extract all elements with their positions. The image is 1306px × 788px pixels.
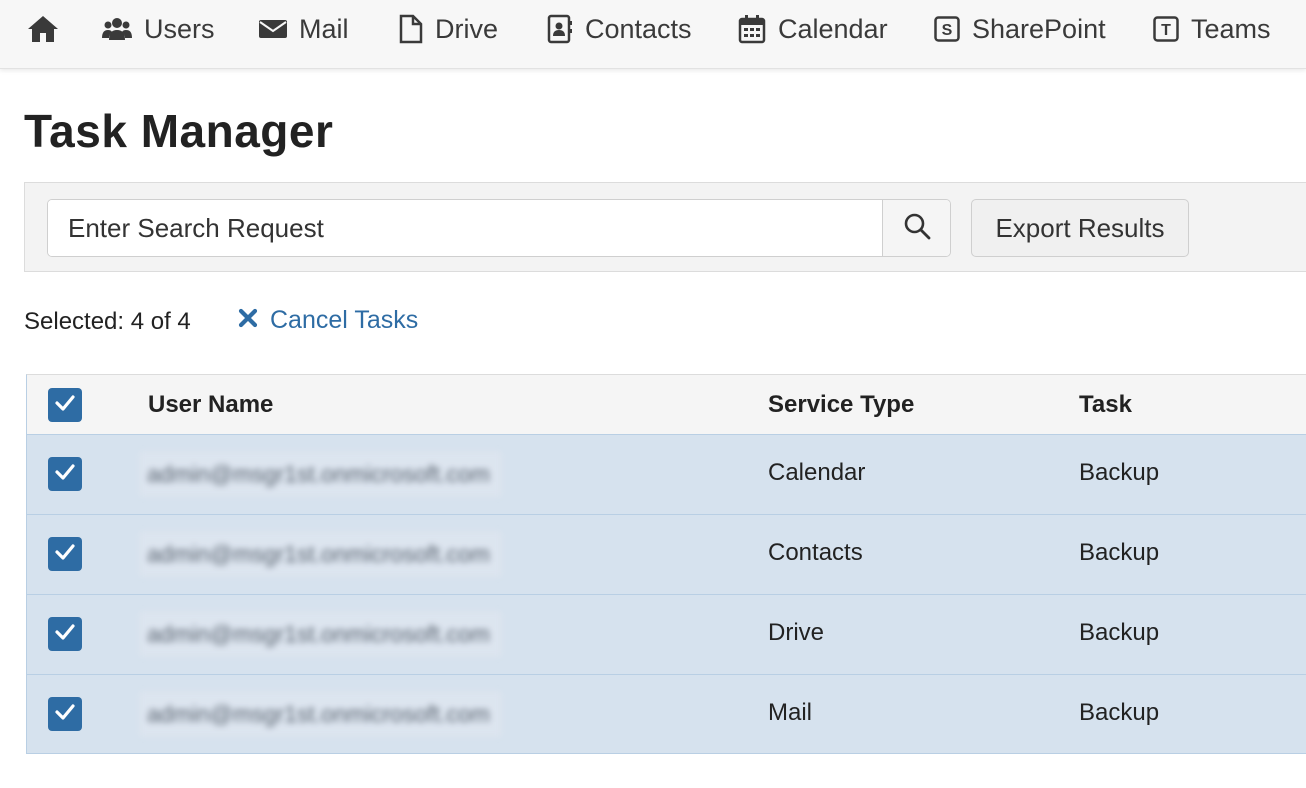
select-all-checkbox[interactable] [48,388,82,422]
service-type-cell: Drive [768,619,825,646]
address-book-icon [547,14,573,44]
nav-mail-label: Mail [299,13,349,44]
nav-mail[interactable]: Mail [259,0,349,58]
table-row[interactable]: admin@msgr1st.onmicrosoft.com Contacts B… [27,515,1306,595]
table-row[interactable]: admin@msgr1st.onmicrosoft.com Drive Back… [27,595,1306,675]
search-input[interactable] [48,200,882,256]
cancel-tasks-link[interactable]: Cancel Tasks [238,306,418,335]
tasks-table: User Name Service Type Task admin@msgr1s… [26,374,1306,754]
users-icon [102,16,132,42]
home-icon [26,14,60,44]
nav-contacts-label: Contacts [585,13,692,44]
checkmark-icon [54,463,76,486]
svg-text:T: T [1161,22,1171,39]
column-header-task[interactable]: Task [1079,391,1132,419]
search-icon [903,212,931,245]
checkmark-icon [54,394,76,417]
search-group [47,199,951,257]
task-cell: Backup [1079,539,1160,566]
table-header: User Name Service Type Task [27,375,1306,435]
top-nav: Users Mail Drive Contacts Calendar S Sha… [0,0,1306,69]
close-icon [238,306,258,335]
nav-home[interactable] [26,0,60,58]
nav-sharepoint[interactable]: S SharePoint [934,0,1106,58]
table-row[interactable]: admin@msgr1st.onmicrosoft.com Mail Backu… [27,675,1306,753]
page-title: Task Manager [24,105,334,157]
nav-users[interactable]: Users [102,0,215,58]
sharepoint-icon: S [934,16,960,42]
task-cell: Backup [1079,619,1160,646]
service-type-cell: Mail [768,699,813,726]
selection-count: Selected: 4 of 4 [24,308,191,335]
export-results-button[interactable]: Export Results [971,199,1189,257]
cancel-tasks-label: Cancel Tasks [270,306,419,334]
task-cell: Backup [1079,459,1160,486]
checkmark-icon [54,703,76,726]
user-name-cell: admin@msgr1st.onmicrosoft.com [139,531,502,577]
service-type-cell: Contacts [768,539,863,566]
file-icon [399,14,423,44]
calendar-icon [738,14,766,44]
column-header-user-name[interactable]: User Name [148,391,273,419]
checkmark-icon [54,543,76,566]
table-row[interactable]: admin@msgr1st.onmicrosoft.com Calendar B… [27,435,1306,515]
user-name-cell: admin@msgr1st.onmicrosoft.com [139,691,502,737]
svg-text:S: S [942,22,953,39]
nav-sharepoint-label: SharePoint [972,13,1106,44]
nav-drive-label: Drive [435,13,499,44]
nav-teams[interactable]: T Teams [1153,0,1271,58]
envelope-icon [259,18,287,40]
row-checkbox[interactable] [48,457,82,491]
checkmark-icon [54,623,76,646]
user-name-cell: admin@msgr1st.onmicrosoft.com [139,611,502,657]
nav-drive[interactable]: Drive [399,0,498,58]
user-name-cell: admin@msgr1st.onmicrosoft.com [139,451,502,497]
task-cell: Backup [1079,699,1160,726]
row-checkbox[interactable] [48,697,82,731]
nav-users-label: Users [144,13,215,44]
search-button[interactable] [882,200,950,256]
column-header-service-type[interactable]: Service Type [768,391,914,419]
nav-contacts[interactable]: Contacts [547,0,692,58]
nav-teams-label: Teams [1191,13,1271,44]
row-checkbox[interactable] [48,537,82,571]
service-type-cell: Calendar [768,459,866,486]
row-checkbox[interactable] [48,617,82,651]
search-panel: Export Results [24,182,1306,272]
teams-icon: T [1153,16,1179,42]
nav-calendar-label: Calendar [778,13,888,44]
nav-calendar[interactable]: Calendar [738,0,888,58]
